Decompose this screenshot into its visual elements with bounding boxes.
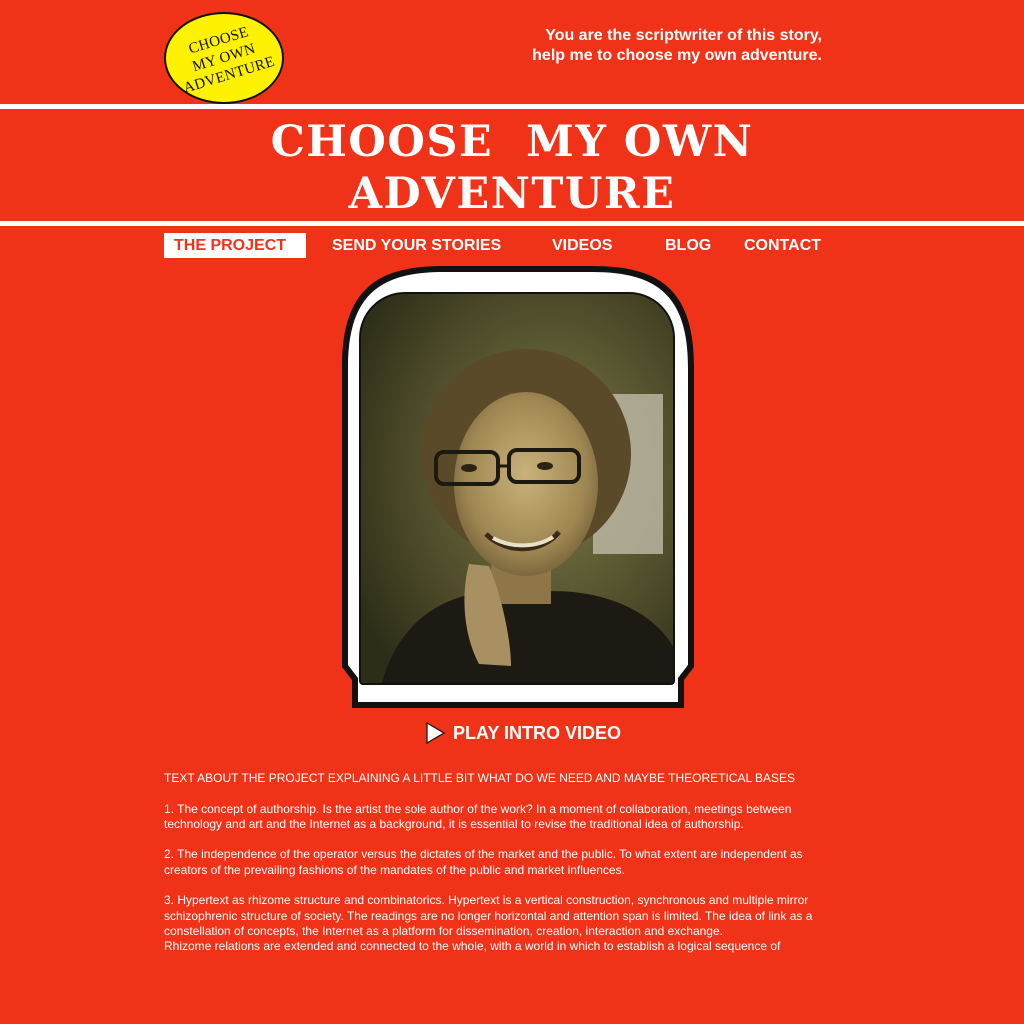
play-intro-video-button[interactable]: PLAY INTRO VIDEO (425, 720, 621, 746)
project-intro-text: TEXT ABOUT THE PROJECT EXPLAINING A LITT… (164, 771, 796, 785)
page-title-line-2: ADVENTURE (348, 169, 676, 219)
nav-item-blog[interactable]: BLOG (665, 233, 711, 258)
divider-top-2 (0, 221, 1024, 226)
logo-badge[interactable]: CHOOSE MY OWN ADVENTURE (164, 12, 284, 104)
nav-item-contact[interactable]: CONTACT (744, 233, 821, 258)
project-point-1: 1. The concept of authorship. Is the art… (164, 801, 792, 831)
project-description: TEXT ABOUT THE PROJECT EXPLAINING A LITT… (164, 771, 828, 955)
logo-text: CHOOSE MY OWN ADVENTURE (156, 0, 293, 117)
nav-item-send-your-stories[interactable]: SEND YOUR STORIES (332, 233, 501, 258)
page-title: CHOOSE MY OWN ADVENTURE (0, 116, 1024, 220)
video-still-image (361, 294, 673, 683)
nav-item-videos[interactable]: VIDEOS (552, 233, 612, 258)
nav-item-the-project[interactable]: THE PROJECT (164, 233, 306, 258)
main-nav: THE PROJECT SEND YOUR STORIES VIDEOS BLO… (164, 233, 824, 258)
page-title-line-1: CHOOSE MY OWN (270, 117, 754, 167)
divider-top-1 (0, 104, 1024, 109)
project-point-3: 3. Hypertext as rhizome structure and co… (164, 893, 813, 938)
project-point-3-continued: Rhizome relations are extended and conne… (164, 939, 781, 954)
project-point-2: 2. The independence of the operator vers… (164, 847, 803, 877)
play-triangle-icon (426, 722, 445, 744)
header-tagline: You are the scriptwriter of this story, … (532, 27, 822, 64)
play-intro-video-label: PLAY INTRO VIDEO (453, 722, 622, 743)
video-player[interactable] (359, 292, 675, 685)
